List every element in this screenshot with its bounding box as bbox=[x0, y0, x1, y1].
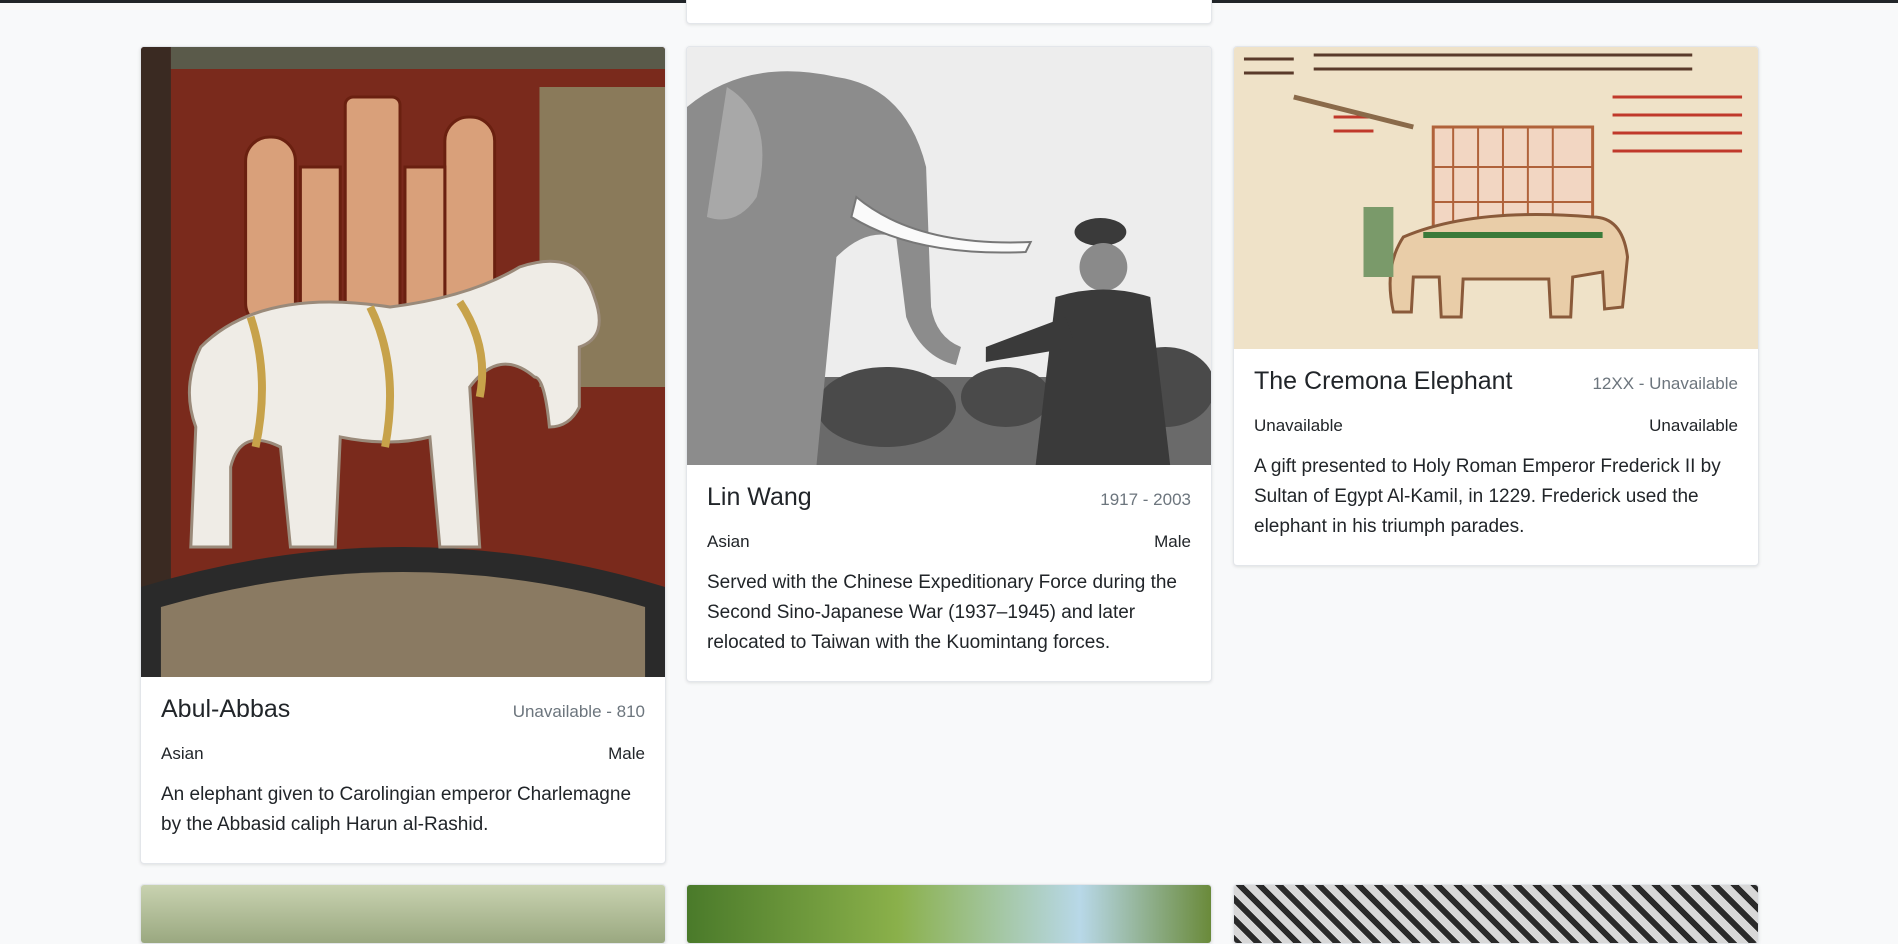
card-species: Unavailable bbox=[1254, 416, 1343, 435]
card-dates: 1917 - 2003 bbox=[1100, 490, 1191, 509]
card-partial-bottom-3[interactable] bbox=[1233, 884, 1759, 944]
manuscript-elephant-image bbox=[1234, 47, 1758, 349]
card-title: The Cremona Elephant bbox=[1254, 367, 1513, 395]
photo-elephant-soldier-image bbox=[687, 47, 1211, 465]
card-sex: Unavailable bbox=[1649, 416, 1738, 435]
card-title: Lin Wang bbox=[707, 483, 812, 511]
card-sex: Male bbox=[608, 744, 645, 763]
card-dates: 12XX - Unavailable bbox=[1592, 374, 1738, 393]
elephant-card-abul-abbas[interactable]: Abul-Abbas Unavailable - 810 Asian Male … bbox=[140, 46, 666, 864]
card-description: A gift presented to Holy Roman Emperor F… bbox=[1254, 456, 1721, 537]
card-title: Abul-Abbas bbox=[161, 695, 291, 723]
elephant-card-lin-wang[interactable]: Lin Wang 1917 - 2003 Asian Male Served w… bbox=[686, 46, 1212, 682]
card-partial-image bbox=[141, 885, 665, 943]
card-species: Asian bbox=[707, 532, 750, 551]
card-dates: Unavailable - 810 bbox=[512, 702, 645, 721]
card-partial-image bbox=[687, 885, 1211, 943]
card-partial-bottom-2[interactable] bbox=[686, 884, 1212, 944]
card-species: Asian bbox=[161, 744, 204, 763]
card-partial-top[interactable] bbox=[686, 0, 1212, 24]
card-description: Served with the Chinese Expeditionary Fo… bbox=[707, 572, 1177, 653]
card-sex: Male bbox=[1154, 532, 1191, 551]
card-description: An elephant given to Carolingian emperor… bbox=[161, 784, 632, 835]
fresco-elephant-image bbox=[141, 47, 665, 677]
elephant-card-cremona[interactable]: The Cremona Elephant 12XX - Unavailable … bbox=[1233, 46, 1759, 566]
card-partial-bottom-1[interactable] bbox=[140, 884, 666, 944]
card-partial-image bbox=[1234, 885, 1758, 943]
